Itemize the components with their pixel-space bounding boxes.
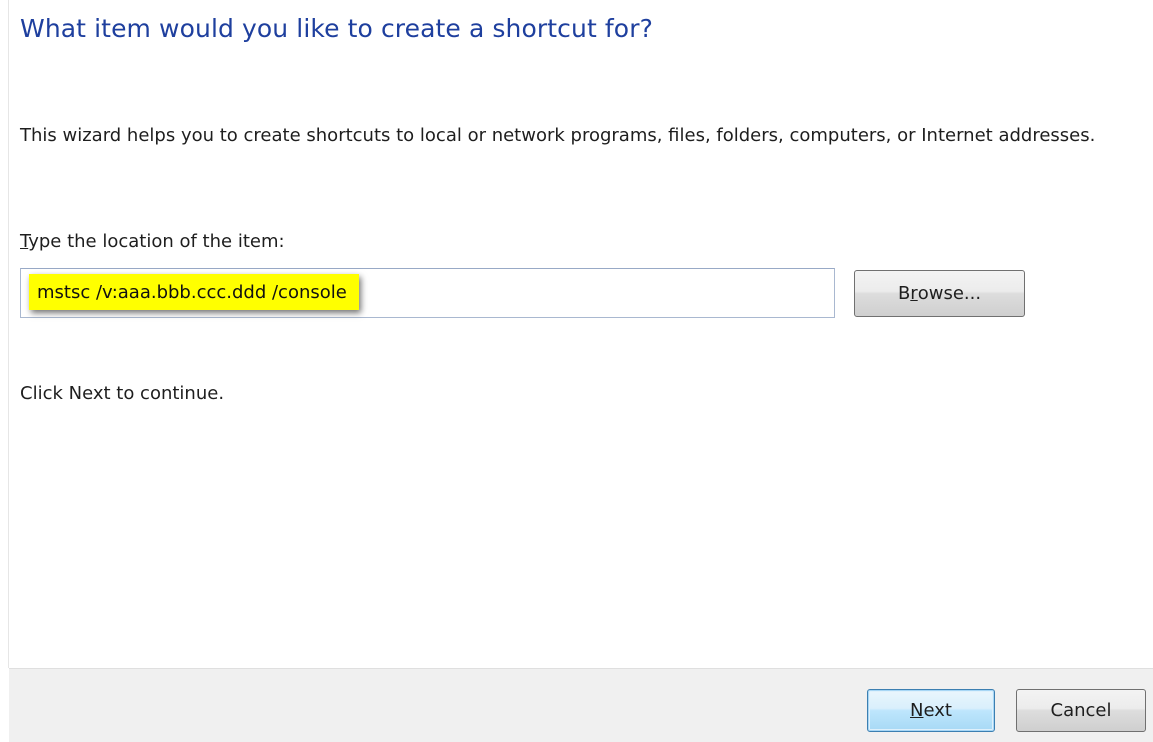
browse-label-post: owse... <box>917 283 982 304</box>
continue-instruction: Click Next to continue. <box>20 383 225 404</box>
location-label: Type the location of the item: <box>20 231 285 252</box>
browse-label-pre: B <box>897 283 911 304</box>
dialog-left-border <box>8 0 9 668</box>
location-label-text: ype the location of the item: <box>28 231 285 252</box>
location-label-accesskey: T <box>20 231 29 252</box>
wizard-description: This wizard helps you to create shortcut… <box>20 125 1096 146</box>
browse-label-accesskey: r <box>910 283 918 304</box>
location-input[interactable]: mstsc /v:aaa.bbb.ccc.ddd /console <box>20 268 835 318</box>
next-label-accesskey: N <box>910 700 924 721</box>
next-label-rest: ext <box>923 700 952 721</box>
next-button[interactable]: Next <box>867 689 995 732</box>
page-title: What item would you like to create a sho… <box>20 14 653 43</box>
location-value-highlight: mstsc /v:aaa.bbb.ccc.ddd /console <box>29 274 359 310</box>
browse-button[interactable]: Br owse... <box>854 270 1025 317</box>
cancel-button[interactable]: Cancel <box>1016 689 1146 732</box>
